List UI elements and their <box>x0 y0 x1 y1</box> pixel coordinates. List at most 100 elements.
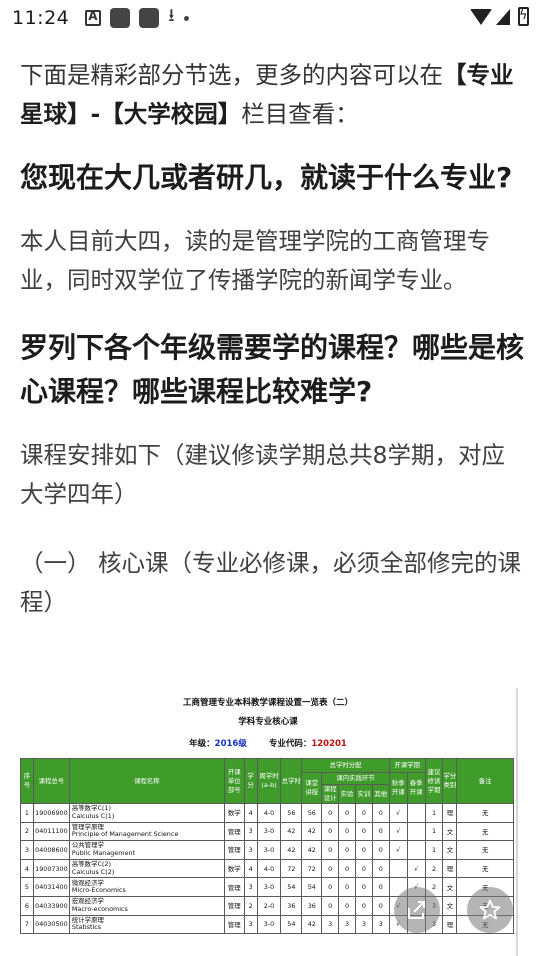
cell-total: 56 <box>280 803 303 823</box>
cell-weekly: 4-0 <box>256 803 282 823</box>
cell-code: 04033900 <box>32 895 70 916</box>
cell-spring: √ <box>406 858 426 879</box>
cell-design: 3 <box>321 914 340 935</box>
cell-credit: 2 <box>243 895 258 916</box>
cell-seq: 6 <box>20 895 34 916</box>
cell-code: 19006900 <box>32 803 70 823</box>
cell-weekly: 3-0 <box>256 821 282 842</box>
cell-dept: 数学 <box>223 803 245 823</box>
cell-dept: 管理 <box>223 821 245 842</box>
cell-lab: 0 <box>338 858 356 879</box>
cell-credit: 4 <box>243 858 258 879</box>
cell-training: 0 <box>354 803 373 823</box>
question-2-heading: 罗列下各个年级需要学的课程？哪些是核心课程？哪些课程比较难学? <box>20 331 525 408</box>
cell-suggest: 1 <box>424 803 444 823</box>
cell-dept: 管理 <box>223 877 245 897</box>
course-name-en: Public Management <box>71 848 135 857</box>
cell-other: 0 <box>371 840 390 860</box>
table-subtitle: 学科专业核心课 <box>238 717 298 727</box>
question-1-heading: 您现在大几或者研几，就读于什么专业? <box>20 161 513 194</box>
app-icon <box>110 8 131 28</box>
th-term: 开课学期 <box>388 758 426 773</box>
table-row: 1 19006900 高等数学C(1) Calculus C(1) 数学 4 4-0 56 56… <box>20 803 514 823</box>
cell-weekly: 2-0 <box>256 895 282 916</box>
cell-seq: 7 <box>20 914 34 935</box>
cell-other: 0 <box>371 803 390 823</box>
cell-other: 0 <box>371 858 390 879</box>
cell-dept: 数学 <box>223 858 245 879</box>
cell-lab: 3 <box>338 914 356 935</box>
cell-category: 文 <box>442 877 458 897</box>
cell-design: 0 <box>321 877 340 897</box>
th-spring: 春季开课 <box>406 772 426 804</box>
cell-lab: 0 <box>338 821 356 842</box>
table-title: 工商管理专业本科教学课程设置一览表（二） <box>182 698 353 708</box>
cell-spring <box>406 821 426 842</box>
cell-lecture: 42 <box>301 914 323 935</box>
cell-lab: 0 <box>338 877 356 897</box>
cell-total: 54 <box>280 877 303 897</box>
th-practice: 课内实践环节 <box>321 772 390 785</box>
cell-dept: 管理 <box>223 840 245 860</box>
table-meta: 年级：2016级 专业代码：120201 <box>20 737 516 749</box>
th-lecture: 课堂讲授 <box>301 772 323 804</box>
cell-category: 理 <box>442 914 458 935</box>
cell-category: 理 <box>442 858 458 879</box>
cell-credit: 3 <box>243 840 258 860</box>
cell-training: 0 <box>354 840 373 860</box>
intro-prefix: 下面是精彩部分节选，更多的内容可以在 <box>20 61 443 89</box>
cell-seq: 5 <box>20 877 34 897</box>
cell-training: 0 <box>354 858 373 879</box>
course-name-en: Micro-Economics <box>71 886 126 895</box>
cell-autumn <box>388 858 408 879</box>
cell-course-name: 公共管理学 Public Management <box>68 840 225 860</box>
cell-code: 04030500 <box>32 914 70 935</box>
th-category: 学分类别 <box>442 758 458 804</box>
share-button[interactable] <box>394 887 440 933</box>
grade-info: 年级：2016级 <box>189 737 247 749</box>
cell-other: 0 <box>371 895 390 916</box>
table-row: 5 04031400 微观经济学 Micro-Economics 管理 3 3-0 54 54 0… <box>20 877 514 897</box>
signal-icon <box>496 8 510 25</box>
course-name-en: Calculus C(1) <box>71 811 115 820</box>
cell-total: 42 <box>280 821 303 842</box>
table-row: 3 04008600 公共管理学 Public Management 管理 3 3-0 42 4… <box>20 840 514 860</box>
cell-suggest: 2 <box>424 858 444 879</box>
dot-icon <box>183 15 189 21</box>
cell-weekly: 3-0 <box>256 877 282 897</box>
cell-credit: 3 <box>243 821 258 842</box>
cell-dept: 管理 <box>223 914 245 935</box>
cell-autumn: √ <box>388 840 408 860</box>
favorite-button[interactable] <box>467 887 513 933</box>
cell-suggest: 1 <box>424 821 444 842</box>
table-header: 序号 课程总号 课程名称 开课单位部号 学分 周学时(a-b) 总学时 总学时分… <box>20 758 514 804</box>
cell-spring <box>406 840 426 860</box>
intro-paragraph: 下面是精彩部分节选，更多的内容可以在【专业星球】-【大学校园】栏目查看： <box>20 56 524 134</box>
cell-lab: 0 <box>338 803 356 823</box>
course-name-en: Calculus C(2) <box>71 867 115 876</box>
cell-training: 3 <box>354 914 373 935</box>
cell-autumn: √ <box>388 803 408 823</box>
grade-label: 年级： <box>189 739 215 749</box>
th-design: 课程设计 <box>321 784 340 804</box>
cell-credit: 3 <box>243 877 258 897</box>
cell-seq: 2 <box>20 821 34 842</box>
grade-value: 2016级 <box>214 739 247 749</box>
cell-code: 04031400 <box>32 877 70 897</box>
course-table-image[interactable]: 工商管理专业本科教学课程设置一览表（二） 学科专业核心课 年级：2016级 专业… <box>20 688 518 956</box>
th-suggest: 建议修读学期 <box>424 758 444 804</box>
cell-weekly: 3-0 <box>256 914 282 935</box>
cell-credit: 4 <box>243 803 258 823</box>
cell-autumn: √ <box>388 821 408 842</box>
cell-course-name: 管理学原理 Principle of Management Science <box>68 821 225 842</box>
cell-total: 36 <box>280 895 303 916</box>
th-credit: 学分 <box>243 758 258 804</box>
th-weekly: 周学时(a-b) <box>256 758 282 804</box>
th-dept: 开课单位部号 <box>223 758 245 804</box>
cell-category: 理 <box>442 803 458 823</box>
cell-total: 42 <box>280 840 303 860</box>
cell-remark: 无 <box>456 821 514 842</box>
th-other: 其他 <box>371 784 390 804</box>
download-icon: ⭳ <box>168 5 175 26</box>
wifi-icon <box>470 8 492 25</box>
